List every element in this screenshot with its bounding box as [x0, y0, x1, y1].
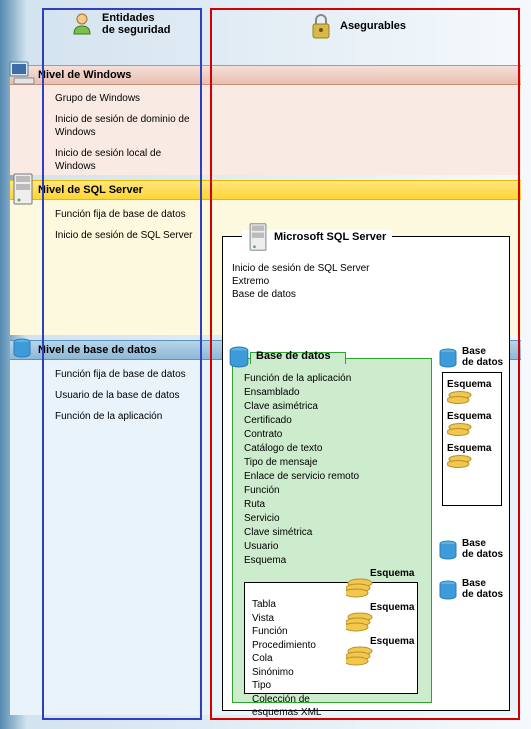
schema-securable-item: Tipo: [252, 679, 342, 693]
database-securable-item: Clave asimétrica: [244, 400, 404, 414]
side-database-label: Base de datos: [462, 578, 503, 600]
windows-item: Inicio de sesión local de Windows: [55, 147, 195, 173]
server-securable-item: Extremo: [232, 275, 412, 288]
database-securable-item: Esquema: [244, 554, 404, 568]
database-securable-item: Catálogo de texto: [244, 442, 404, 456]
database-icon: [438, 580, 458, 600]
server-securable-item: Inicio de sesión de SQL Server: [232, 262, 412, 275]
database-item: Función de la aplicación: [55, 410, 195, 423]
schema-label: Esquema: [370, 636, 414, 647]
server-securable-header: Microsoft SQL Server: [248, 222, 386, 252]
database-icon: [438, 540, 458, 560]
user-icon: [70, 12, 94, 36]
disk-stack-icon: [346, 612, 374, 635]
schema-securable-items: Tabla Vista Función Procedimiento Cola S…: [252, 598, 342, 720]
database-securable-item: Ensamblado: [244, 386, 404, 400]
side-database-label: Base de datos: [462, 346, 503, 368]
securables-title: Asegurables: [340, 20, 406, 32]
side-database-box: Esquema Esquema Esquema: [442, 372, 502, 506]
securables-column-header: Asegurables: [310, 12, 406, 40]
database-securable-item: Servicio: [244, 512, 404, 526]
schema-securable-item: Colección de esquemas XML: [252, 693, 342, 720]
server-icon: [12, 172, 34, 206]
database-securable-items: Función de la aplicación Ensamblado Clav…: [244, 372, 404, 568]
principals-title: Entidades de seguridad: [102, 12, 170, 36]
windows-item: Grupo de Windows: [55, 92, 195, 105]
schema-securable-item: Tabla: [252, 598, 342, 612]
schema-securable-item: Cola: [252, 652, 342, 666]
schema-label: Esquema: [447, 379, 497, 390]
schema-securable-item: Procedimiento: [252, 639, 342, 653]
database-securable-item: Tipo de mensaje: [244, 456, 404, 470]
database-securable-item: Función de la aplicación: [244, 372, 404, 386]
disk-icon: [346, 612, 374, 632]
database-securable-item: Enlace de servicio remoto: [244, 470, 404, 484]
sqlserver-item: Inicio de sesión de SQL Server: [55, 229, 195, 242]
disk-stack-icon: [346, 646, 374, 669]
database-level-items: Función fija de base de datos Usuario de…: [55, 368, 195, 431]
schema-securable-item: Función: [252, 625, 342, 639]
schema-label: Esquema: [447, 443, 497, 454]
windows-level-items: Grupo de Windows Inicio de sesión de dom…: [55, 92, 195, 181]
database-securable-title: Base de datos: [256, 350, 331, 362]
disk-icon: [447, 422, 473, 438]
disk-icon: [346, 578, 374, 598]
schema-securable-item: Sinónimo: [252, 666, 342, 680]
database-securable-item: Usuario: [244, 540, 404, 554]
disk-icon: [346, 646, 374, 666]
lock-icon: [310, 12, 332, 40]
computer-icon: [8, 60, 36, 86]
principals-column-header: Entidades de seguridad: [70, 12, 170, 36]
schema-label: Esquema: [370, 602, 414, 613]
disk-stack-icon: [346, 578, 374, 601]
database-item: Función fija de base de datos: [55, 368, 195, 381]
database-icon: [228, 346, 250, 368]
schema-label: Esquema: [370, 568, 414, 579]
schema-label: Esquema: [447, 411, 497, 422]
database-item: Usuario de la base de datos: [55, 389, 195, 402]
server-securable-item: Base de datos: [232, 288, 412, 301]
side-database-label: Base de datos: [462, 538, 503, 560]
server-icon: [248, 222, 268, 252]
diagram-canvas: Entidades de seguridad Asegurables Nivel…: [0, 0, 531, 729]
disk-icon: [447, 390, 473, 406]
windows-item: Inicio de sesión de dominio de Windows: [55, 113, 195, 139]
server-securable-title: Microsoft SQL Server: [274, 231, 386, 243]
database-icon: [438, 348, 458, 368]
database-securable-item: Función: [244, 484, 404, 498]
database-securable-item: Ruta: [244, 498, 404, 512]
database-icon: [12, 338, 32, 358]
database-securable-item: Contrato: [244, 428, 404, 442]
sqlserver-level-items: Función fija de base de datos Inicio de …: [55, 208, 195, 250]
sqlserver-item: Función fija de base de datos: [55, 208, 195, 221]
database-securable-item: Certificado: [244, 414, 404, 428]
server-securable-items: Inicio de sesión de SQL Server Extremo B…: [232, 262, 412, 301]
database-securable-item: Clave simétrica: [244, 526, 404, 540]
schema-securable-item: Vista: [252, 612, 342, 626]
disk-icon: [447, 454, 473, 470]
